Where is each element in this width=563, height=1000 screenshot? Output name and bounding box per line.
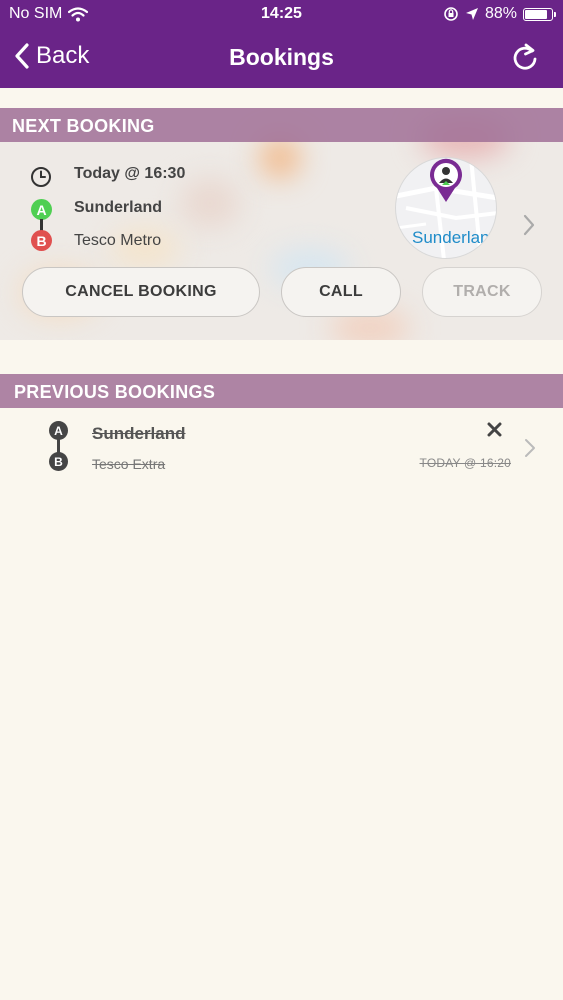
pickup-marker-icon: A (49, 421, 68, 440)
rotation-lock-icon (444, 7, 458, 21)
clock-icon (31, 167, 51, 187)
battery-fill (525, 9, 547, 19)
route-connector (57, 439, 60, 453)
top-bar: No SIM 14:25 88% Back Bookings (0, 0, 563, 88)
navigation-bar: Back Bookings (0, 30, 563, 88)
cancelled-x-icon (487, 422, 502, 437)
next-booking-header-label: NEXT BOOKING (12, 116, 155, 136)
driver-location-pin-icon (430, 158, 462, 202)
booking-time-row: Today @ 16:30 (74, 165, 185, 183)
track-button[interactable]: TRACK (422, 267, 542, 317)
previous-bookings-header-label: PREVIOUS BOOKINGS (14, 382, 216, 402)
pickup-marker-icon: A (31, 199, 52, 220)
previous-booking-row[interactable]: A B Sunderland Tesco Extra TODAY @ 16:20 (0, 408, 563, 478)
previous-dropoff: Tesco Extra (92, 456, 166, 472)
status-right: 88% (437, 5, 556, 23)
dropoff-marker-icon: B (31, 230, 52, 251)
battery-percent: 88% (484, 5, 517, 22)
cancel-booking-button[interactable]: CANCEL BOOKING (22, 267, 260, 317)
booking-time: Today @ 16:30 (74, 165, 186, 182)
pickup-row: Sunderland (74, 199, 162, 217)
previous-booking-time: TODAY @ 16:20 (419, 456, 511, 470)
chevron-right-icon[interactable] (524, 438, 536, 458)
dropoff-marker-icon: B (49, 452, 68, 471)
previous-pickup: Sunderland (92, 424, 186, 443)
location-arrow-icon (465, 8, 478, 20)
dropoff-location: Tesco Metro (74, 232, 162, 249)
map-label: Sunderland (412, 228, 497, 247)
previous-bookings-header: PREVIOUS BOOKINGS (0, 374, 563, 408)
pickup-location: Sunderland (74, 199, 163, 216)
map-preview[interactable]: Sunderland (395, 157, 497, 259)
refresh-button[interactable] (511, 42, 539, 77)
chevron-right-icon[interactable] (522, 213, 536, 237)
status-bar: No SIM 14:25 88% (0, 0, 563, 30)
call-button[interactable]: CALL (281, 267, 401, 317)
battery-icon (523, 7, 556, 21)
next-booking-header: NEXT BOOKING (0, 108, 563, 142)
dropoff-row: Tesco Metro (74, 232, 161, 250)
page-title: Bookings (229, 44, 334, 70)
refresh-icon (513, 43, 537, 70)
